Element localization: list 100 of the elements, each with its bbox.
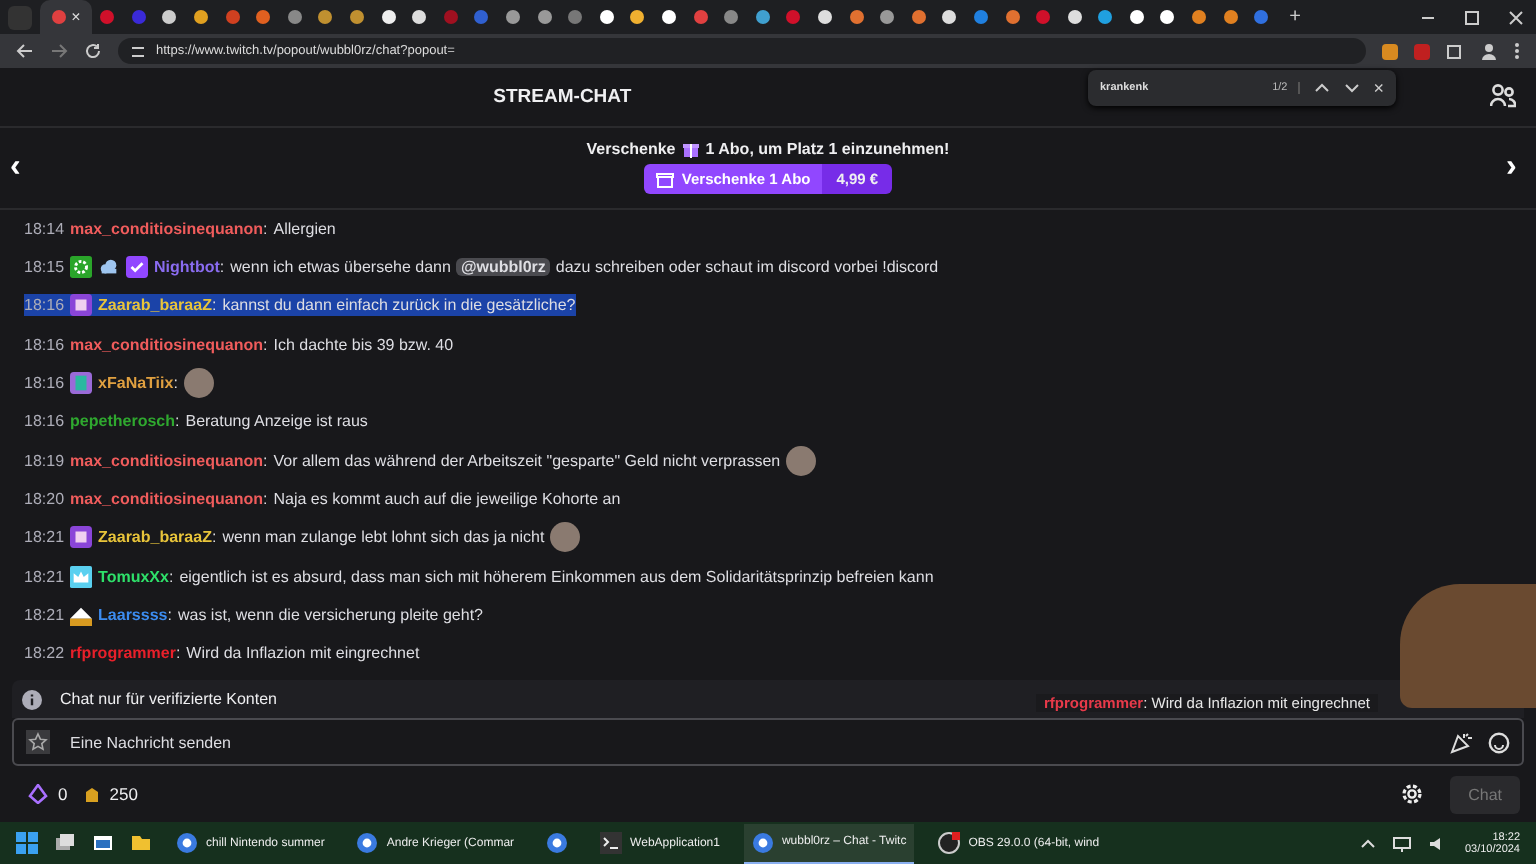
username[interactable]: max_conditiosinequanon xyxy=(70,451,263,470)
previous-match-icon[interactable] xyxy=(1313,80,1330,96)
banner-text: 1 Abo, um Platz 1 einzunehmen! xyxy=(705,140,950,159)
close-icon[interactable] xyxy=(1508,9,1524,25)
users-icon[interactable] xyxy=(1489,84,1516,109)
timestamp: 18:15 xyxy=(24,258,65,277)
timestamp: 18:21 xyxy=(24,528,65,547)
username[interactable]: pepetherosch xyxy=(70,412,175,431)
reload-icon[interactable] xyxy=(84,42,102,60)
username[interactable]: xFaNaTiix xyxy=(98,374,174,393)
message-input-box[interactable]: Eine Nachricht senden xyxy=(12,718,1524,767)
message-text: Allergien xyxy=(273,219,336,238)
kebab-menu-icon[interactable] xyxy=(1514,42,1520,60)
message-text: Vor allem das während der Arbeitszeit "gesparte" Geld nicht verprassen xyxy=(273,451,781,470)
profile-icon[interactable] xyxy=(1480,42,1498,60)
chat-title: STREAM-CHAT xyxy=(493,85,632,108)
browser-tab[interactable]: × xyxy=(40,0,92,34)
separator: : xyxy=(263,335,268,354)
star-icon[interactable] xyxy=(26,730,50,755)
separator: : xyxy=(263,489,268,508)
browser-icon xyxy=(356,832,379,854)
network-icon[interactable] xyxy=(1392,833,1413,853)
emoji-icon[interactable] xyxy=(1488,731,1510,754)
settings-icon[interactable] xyxy=(1400,782,1425,807)
browser-icon xyxy=(546,832,569,854)
points-count: 250 xyxy=(109,784,138,805)
bits-icon xyxy=(28,784,48,805)
separator: : xyxy=(173,374,178,393)
message-text: eigentlich ist es absurd, dass man sich mit höherem Einkommen aus dem Solidaritätsprinzip befreien kann xyxy=(179,567,934,586)
channel-points-icon[interactable] xyxy=(83,785,100,804)
separator: : xyxy=(263,451,268,470)
year-badge-icon xyxy=(70,603,93,626)
separator: : xyxy=(175,644,181,663)
timestamp: 18:16 xyxy=(24,335,65,354)
separator: : xyxy=(263,219,268,238)
banner-text: Verschenke xyxy=(586,140,676,159)
message-text: Ich dachte bis 39 bzw. 40 xyxy=(273,335,454,354)
message-input[interactable]: Eine Nachricht senden xyxy=(66,731,1434,754)
close-find-button[interactable]: × xyxy=(1373,78,1384,98)
forward-icon[interactable] xyxy=(50,42,68,60)
message-text: wenn ich etwas übersehe dann xyxy=(230,258,451,277)
separator: : xyxy=(219,258,225,277)
gift-icon xyxy=(655,170,674,189)
separator: : xyxy=(175,412,180,431)
separator: : xyxy=(167,605,172,624)
separator: : xyxy=(211,296,217,315)
timestamp: 18:14 xyxy=(24,219,65,238)
username[interactable]: Zaarab_baraaZ xyxy=(98,528,212,547)
subscriber-badge-icon xyxy=(70,526,93,549)
bits-count: 0 xyxy=(58,784,68,805)
puzzle-icon[interactable] xyxy=(1446,42,1464,60)
tray-chevron-icon[interactable] xyxy=(1360,835,1377,851)
username[interactable]: max_conditiosinequanon xyxy=(70,335,263,354)
timestamp: 18:16 xyxy=(24,296,65,315)
timestamp: 18:16 xyxy=(24,412,65,431)
notice-text: Chat nur für verifizierte Konten xyxy=(60,690,277,709)
cat-photo-placeholder xyxy=(1400,584,1536,708)
gear-badge-icon xyxy=(70,256,93,279)
tier-badge-icon xyxy=(70,372,93,395)
message-text: Beratung Anzeige ist raus xyxy=(185,412,368,431)
next-arrow[interactable]: › xyxy=(1506,149,1526,186)
new-tab-button[interactable]: + xyxy=(1289,6,1301,28)
timestamp: 18:16 xyxy=(24,374,65,393)
username[interactable]: max_conditiosinequanon xyxy=(70,489,263,508)
message-text: Naja es kommt auch auf die jeweilige Kohorte an xyxy=(273,489,621,508)
username[interactable]: rfprogrammer xyxy=(70,644,176,663)
previous-arrow[interactable]: ‹ xyxy=(10,149,30,186)
username[interactable]: max_conditiosinequanon xyxy=(70,219,263,238)
timestamp: 18:22 xyxy=(24,644,65,663)
crown-badge-icon xyxy=(70,565,93,588)
task-view-icon[interactable] xyxy=(54,832,76,854)
timestamp: 18:20 xyxy=(24,489,65,508)
browser-icon xyxy=(176,832,198,854)
window-icon[interactable] xyxy=(92,832,114,854)
back-icon[interactable] xyxy=(16,42,34,60)
separator: : xyxy=(168,567,174,586)
maximize-icon[interactable] xyxy=(1464,9,1480,25)
timestamp: 18:21 xyxy=(24,605,65,624)
username[interactable]: Zaarab_baraaZ xyxy=(98,296,212,315)
message-text: dazu schreiben oder schaut im discord vorbei !discord xyxy=(555,258,939,277)
username[interactable]: Laarssss xyxy=(98,605,168,624)
cloud-badge-icon xyxy=(98,256,121,279)
message-text: wenn man zulange lebt lohnt sich das ja nicht xyxy=(222,528,545,547)
message-text: was ist, wenn die versicherung pleite geht? xyxy=(177,605,483,624)
recorder-icon xyxy=(938,832,961,854)
username[interactable]: Nightbot xyxy=(154,258,220,277)
folder-icon[interactable] xyxy=(130,832,152,854)
message-text: kannst du dann einfach zurück in die gesätzliche? xyxy=(222,296,576,315)
next-match-icon[interactable] xyxy=(1343,80,1360,96)
info-icon xyxy=(22,689,42,710)
party-popper-icon[interactable] xyxy=(1450,731,1472,754)
start-icon[interactable] xyxy=(16,832,38,854)
timestamp: 18:19 xyxy=(24,451,65,470)
terminal-icon xyxy=(600,832,623,854)
username[interactable]: TomuxXx xyxy=(98,567,169,586)
browser-icon xyxy=(751,831,774,853)
separator: : xyxy=(211,528,217,547)
mention-tag[interactable]: @wubbl0rz xyxy=(456,258,550,277)
subscriber-badge-icon xyxy=(70,294,93,317)
verified-badge-icon xyxy=(126,256,149,279)
